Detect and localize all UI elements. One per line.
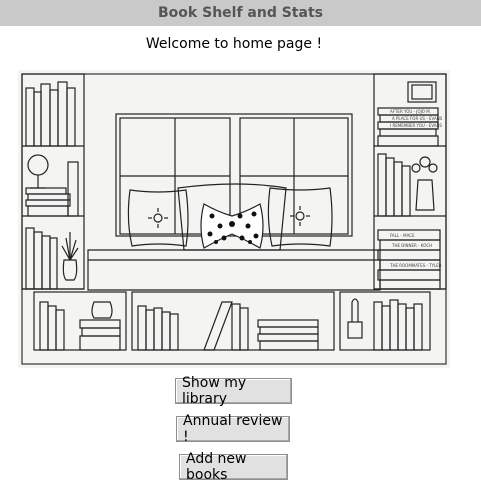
app-window: Book Shelf and Stats Welcome to home pag… [0, 0, 481, 503]
book-spine-label: I REMEMBER YOU - EVANS [390, 123, 443, 128]
book-spine-label: A PLACE FOR US - EVANS [392, 116, 443, 121]
book-spine-label: THE ROOMMATES - TYLER [389, 263, 442, 268]
book-spine-label: AFTER YOU - JOJO M. [390, 109, 431, 114]
add-books-button[interactable]: Add new books [179, 451, 288, 483]
welcome-message: Welcome to home page ! [145, 36, 323, 52]
book-spine-label: THE DINNER - KOCH [391, 243, 432, 248]
title-bar: Book Shelf and Stats [0, 0, 481, 26]
window-title: Book Shelf and Stats [158, 5, 323, 21]
show-library-button[interactable]: Show my library [175, 375, 292, 407]
book-spine-label: FALL - MACE [390, 233, 415, 238]
bookshelf-illustration: AFTER YOU - JOJO M. A PLACE FOR US - EVA… [18, 70, 450, 368]
annual-review-button[interactable]: Annual review ! [176, 413, 290, 445]
bookshelf-window-seat-drawing-icon: AFTER YOU - JOJO M. A PLACE FOR US - EVA… [21, 73, 447, 365]
